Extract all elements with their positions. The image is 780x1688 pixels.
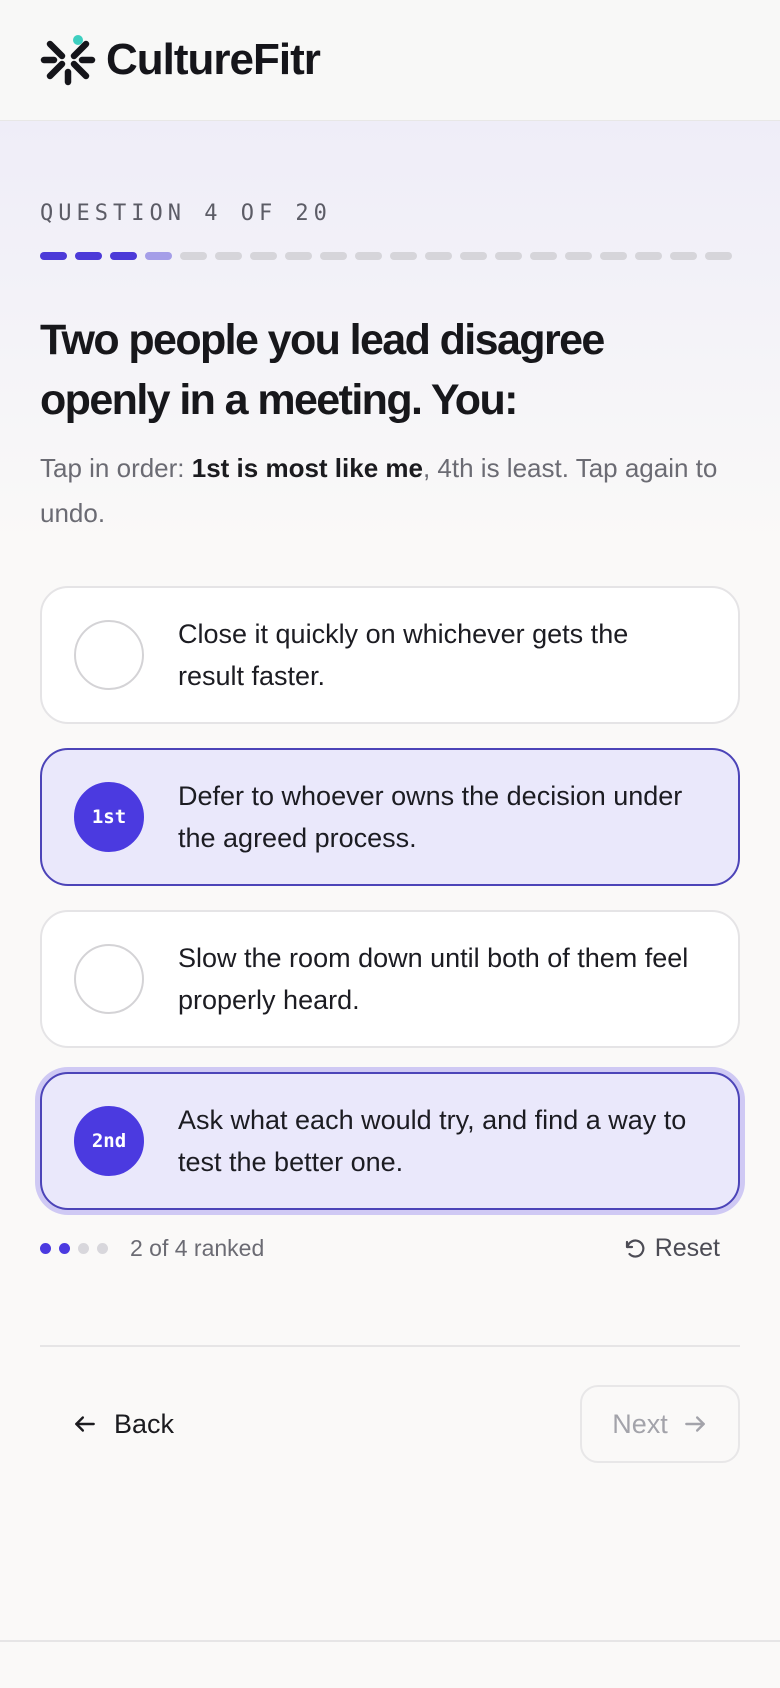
answer-option[interactable]: 2nd Ask what each would try, and find a … — [40, 1072, 740, 1210]
rank-badge: 2nd — [74, 1106, 144, 1176]
instruction-emphasis: 1st is most like me — [191, 453, 423, 483]
reset-label: Reset — [654, 1234, 720, 1262]
progress-segment — [75, 252, 102, 260]
rank-badge — [74, 620, 144, 690]
rank-badge — [74, 944, 144, 1014]
answer-option-text: Close it quickly on whichever gets the r… — [178, 619, 629, 691]
arrow-right-icon — [684, 1416, 705, 1432]
progress-segment — [40, 252, 67, 260]
progress-segment — [355, 252, 382, 260]
footer-divider — [0, 1640, 780, 1642]
progress-segment — [390, 252, 417, 260]
instruction-pre: Tap in order: — [40, 453, 192, 483]
next-label: Next — [612, 1408, 668, 1439]
arrow-left-icon — [75, 1416, 95, 1432]
progress-segment — [600, 252, 627, 260]
next-button[interactable]: Next — [580, 1385, 740, 1463]
progress-segment — [495, 252, 522, 260]
ranking-dot — [40, 1243, 51, 1254]
back-label: Back — [114, 1408, 175, 1439]
ranking-dot — [78, 1243, 89, 1254]
rank-badge: 1st — [74, 782, 144, 852]
answer-option-text: Ask what each would try, and find a way … — [178, 1105, 687, 1177]
answer-option-text: Defer to whoever owns the decision under… — [178, 781, 683, 853]
progress-segment — [110, 252, 137, 260]
progress-segment — [460, 252, 487, 260]
progress-segment — [425, 252, 452, 260]
progress-segment — [285, 252, 312, 260]
progress-segment — [145, 252, 172, 260]
brand-logo[interactable]: CultureFitr — [40, 32, 321, 88]
progress-segment — [635, 252, 662, 260]
progress-segment — [705, 252, 732, 260]
answer-option[interactable]: Close it quickly on whichever gets the r… — [40, 586, 740, 724]
progress-segment — [530, 252, 557, 260]
ranking-dot — [59, 1243, 70, 1254]
ranking-dot — [97, 1243, 108, 1254]
answer-option[interactable]: Slow the room down until both of them fe… — [40, 910, 740, 1048]
question-counter: QUESTION 4 OF 20 — [40, 201, 332, 226]
question-header: QUESTION 4 OF 20 Two people you lead dis… — [0, 121, 780, 536]
answer-option[interactable]: 1st Defer to whoever owns the decision u… — [40, 748, 740, 886]
brand-name: CultureFitr — [106, 35, 321, 84]
divider — [40, 1345, 740, 1347]
ranking-status: 2 of 4 ranked Reset — [40, 1234, 740, 1263]
question-navigation: Back Next — [40, 1385, 740, 1463]
progress-segment — [215, 252, 242, 260]
progress-segment — [320, 252, 347, 260]
question-progress-bar — [40, 252, 740, 260]
progress-segment — [670, 252, 697, 260]
progress-segment — [250, 252, 277, 260]
back-button[interactable]: Back — [40, 1385, 206, 1463]
reset-button[interactable]: Reset — [623, 1234, 720, 1263]
answer-options: Close it quickly on whichever gets the r… — [40, 586, 740, 1210]
app-header: CultureFitr — [0, 0, 780, 121]
instruction-text: Tap in order: 1st is most like me, 4th i… — [40, 446, 740, 536]
ranking-progress: 2 of 4 ranked — [40, 1235, 264, 1262]
progress-segment — [180, 252, 207, 260]
answer-option-text: Slow the room down until both of them fe… — [178, 943, 689, 1015]
ranked-count: 2 of 4 ranked — [130, 1235, 265, 1261]
progress-segment — [565, 252, 592, 260]
culturefitr-logo-icon — [40, 35, 96, 86]
undo-arrow-icon — [625, 1238, 645, 1258]
question-title: Two people you lead disagree openly in a… — [40, 316, 605, 424]
